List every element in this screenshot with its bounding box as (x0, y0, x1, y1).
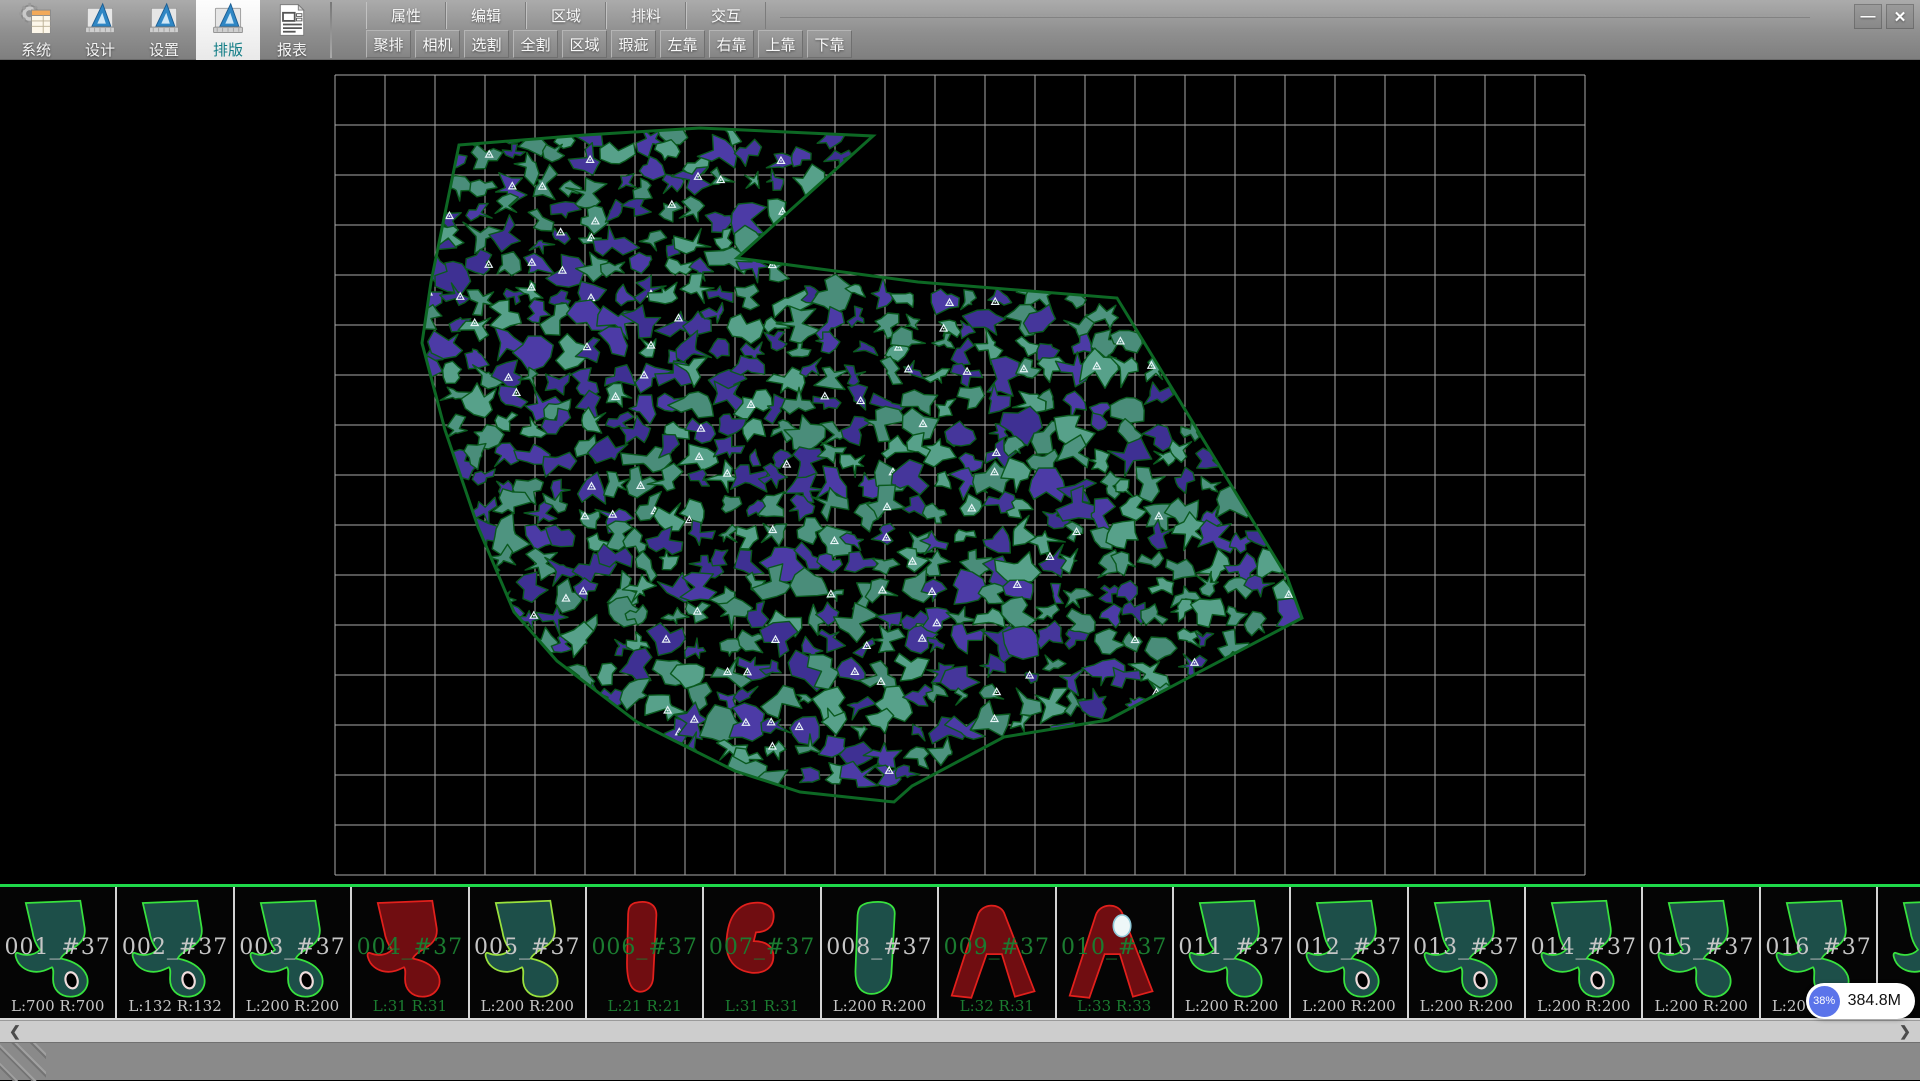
piece-thumbnail-12[interactable]: 012_#37L:200 R:200 (1291, 887, 1408, 1018)
settings-setsquare-icon (144, 2, 184, 38)
tool-button-7[interactable]: 左靠 (660, 30, 705, 58)
piece-shape-preview (826, 890, 935, 1014)
piece-shape-preview (1295, 890, 1404, 1014)
menu-tab-1[interactable]: 属性 (366, 2, 446, 29)
minimize-button[interactable]: — (1854, 4, 1882, 29)
piece-shape-preview (591, 890, 700, 1014)
piece-thumbnail-10[interactable]: 010_#37L:33 R:33 (1057, 887, 1174, 1018)
piece-thumbnail-strip: 001_#37L:700 R:700002_#37L:132 R:132003_… (0, 884, 1920, 1020)
nav-button-label: 设置 (149, 39, 179, 60)
piece-thumbnail-5[interactable]: 005_#37L:200 R:200 (470, 887, 587, 1018)
piece-shape-preview (1178, 890, 1287, 1014)
memory-badge: 38% 384.8M (1806, 983, 1915, 1019)
piece-shape-preview (356, 890, 465, 1014)
toolbar-groove (780, 14, 1810, 18)
piece-shape-preview (1530, 890, 1639, 1014)
tool-button-10[interactable]: 下靠 (807, 30, 852, 58)
tool-button-4[interactable]: 全割 (513, 30, 558, 58)
memory-size-label: 384.8M (1848, 992, 1901, 1010)
tool-button-row: 聚排相机选割全割区域瑕疵左靠右靠上靠下靠 (366, 30, 1920, 58)
menu-area: 属性编辑区域排料交互 聚排相机选割全割区域瑕疵左靠右靠上靠下靠 (338, 0, 1920, 59)
nesting-setsquare-icon (208, 2, 248, 38)
nav-button-label: 设计 (85, 39, 115, 60)
tool-button-8[interactable]: 右靠 (709, 30, 754, 58)
scroll-right-icon[interactable]: ❯ (1890, 1023, 1920, 1040)
tool-button-5[interactable]: 区域 (562, 30, 607, 58)
tool-button-9[interactable]: 上靠 (758, 30, 803, 58)
menu-tab-3[interactable]: 区域 (526, 2, 606, 29)
piece-shape-preview (943, 890, 1052, 1014)
piece-shape-preview (121, 890, 230, 1014)
tool-button-1[interactable]: 聚排 (366, 30, 411, 58)
titlebar: 系统设计设置排版报表 属性编辑区域排料交互 聚排相机选割全割区域瑕疵左靠右靠上靠… (0, 0, 1920, 60)
nav-icon-bar: 系统 设计 设置 排版 报表 (0, 0, 324, 60)
horizontal-scrollbar[interactable]: ❮ ❯ (0, 1020, 1920, 1042)
menu-tab-2[interactable]: 编辑 (446, 2, 526, 29)
piece-thumbnail-14[interactable]: 014_#37L:200 R:200 (1526, 887, 1643, 1018)
piece-thumbnail-3[interactable]: 003_#37L:200 R:200 (235, 887, 352, 1018)
piece-thumbnail-7[interactable]: 007_#37L:31 R:31 (704, 887, 821, 1018)
menu-tab-row: 属性编辑区域排料交互 (366, 2, 1920, 29)
piece-shape-preview (1647, 890, 1756, 1014)
piece-shape-preview (474, 890, 583, 1014)
system-gear-icon (16, 2, 56, 38)
report-doc-icon (272, 2, 312, 38)
tool-button-3[interactable]: 选割 (464, 30, 509, 58)
piece-thumbnail-1[interactable]: 001_#37L:700 R:700 (0, 887, 117, 1018)
piece-shape-preview (708, 890, 817, 1014)
piece-thumbnail-2[interactable]: 002_#37L:132 R:132 (117, 887, 234, 1018)
nav-button-label: 排版 (213, 39, 243, 60)
piece-shape-preview (1061, 890, 1170, 1014)
menu-tab-5[interactable]: 交互 (686, 2, 766, 29)
piece-thumbnail-15[interactable]: 015_#37L:200 R:200 (1643, 887, 1760, 1018)
resize-grip (0, 1043, 46, 1081)
piece-shape-preview (4, 890, 113, 1014)
close-button[interactable]: ✕ (1886, 4, 1914, 29)
nav-button-label: 报表 (277, 39, 307, 60)
window-controls: — ✕ (1854, 4, 1914, 29)
nesting-canvas[interactable] (0, 60, 1920, 884)
nav-button-label: 系统 (21, 39, 51, 60)
piece-thumbnail-6[interactable]: 006_#37L:21 R:21 (587, 887, 704, 1018)
piece-thumbnail-11[interactable]: 011_#37L:200 R:200 (1174, 887, 1291, 1018)
nesting-layout-svg (0, 60, 1920, 884)
design-setsquare-icon (80, 2, 120, 38)
nav-button-2[interactable]: 设计 (68, 0, 132, 60)
piece-thumbnail-8[interactable]: 008_#37L:200 R:200 (822, 887, 939, 1018)
menu-tab-4[interactable]: 排料 (606, 2, 686, 29)
toolbar-divider (330, 2, 332, 58)
nav-button-1[interactable]: 系统 (4, 0, 68, 60)
tool-button-6[interactable]: 瑕疵 (611, 30, 656, 58)
tool-button-2[interactable]: 相机 (415, 30, 460, 58)
piece-thumbnail-9[interactable]: 009_#37L:32 R:31 (939, 887, 1056, 1018)
nav-button-3[interactable]: 设置 (132, 0, 196, 60)
scroll-left-icon[interactable]: ❮ (0, 1023, 30, 1040)
piece-thumbnail-13[interactable]: 013_#37L:200 R:200 (1409, 887, 1526, 1018)
piece-shape-preview (1413, 890, 1522, 1014)
piece-shape-preview (239, 890, 348, 1014)
memory-percent-indicator: 38% (1809, 986, 1840, 1017)
piece-thumbnail-4[interactable]: 004_#37L:31 R:31 (352, 887, 469, 1018)
nav-button-5[interactable]: 报表 (260, 0, 324, 60)
status-bar (0, 1042, 1920, 1080)
nav-button-4[interactable]: 排版 (196, 0, 260, 60)
